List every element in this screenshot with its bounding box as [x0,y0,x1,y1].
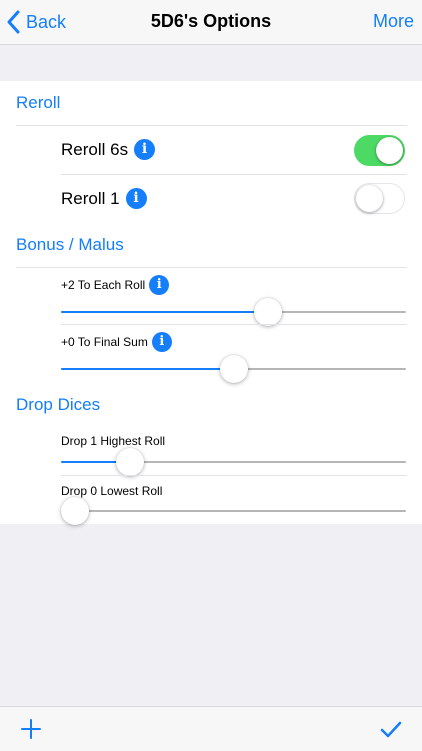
reroll-1-row: Reroll 1 i [61,188,147,209]
options-panel: Reroll Reroll 6s i Reroll 1 i Bonus / Ma… [0,81,422,526]
reroll-6s-label: Reroll 6s [61,139,129,159]
toggle-knob [356,184,383,212]
each-roll-row: +2 To Each Roll i [61,275,170,295]
divider [16,125,407,126]
divider [61,475,407,476]
each-roll-label: +2 To Each Roll [61,278,146,292]
final-sum-label: +0 To Final Sum [61,335,148,349]
final-sum-slider[interactable] [61,354,406,384]
slider-fill [61,311,268,313]
info-icon[interactable]: i [151,332,172,352]
section-title-reroll: Reroll [16,93,61,112]
info-icon[interactable]: i [125,188,147,209]
divider [16,267,407,268]
plus-icon[interactable] [19,717,43,741]
drop-highest-label: Drop 1 Highest Roll [61,434,166,448]
slider-thumb[interactable] [219,355,248,383]
each-roll-slider[interactable] [61,297,406,327]
info-icon[interactable]: i [134,139,156,160]
final-sum-row: +0 To Final Sum i [61,332,172,352]
more-button[interactable]: More [373,11,414,32]
checkmark-icon[interactable] [379,717,403,741]
toggle-knob [376,137,403,164]
divider [61,174,407,175]
reroll-1-label: Reroll 1 [61,188,120,208]
slider-track [61,510,406,512]
info-icon[interactable]: i [149,275,170,295]
reroll-1-toggle[interactable] [354,183,405,214]
slider-thumb[interactable] [116,448,144,476]
reroll-6s-toggle[interactable] [354,135,405,166]
drop-highest-slider[interactable] [61,447,406,477]
section-title-bonus: Bonus / Malus [16,235,124,254]
drop-lowest-slider[interactable] [61,496,406,526]
navigation-bar: Back 5D6's Options More [0,0,422,45]
slider-thumb[interactable] [254,298,282,326]
slider-thumb[interactable] [61,497,89,525]
page-title: 5D6's Options [150,11,272,31]
slider-fill [61,368,234,370]
divider [61,324,407,325]
reroll-6s-row: Reroll 6s i [61,139,156,160]
bottom-toolbar [0,706,422,751]
drop-highest-row: Drop 1 Highest Roll [61,434,165,448]
section-title-drop: Drop Dices [16,395,101,414]
